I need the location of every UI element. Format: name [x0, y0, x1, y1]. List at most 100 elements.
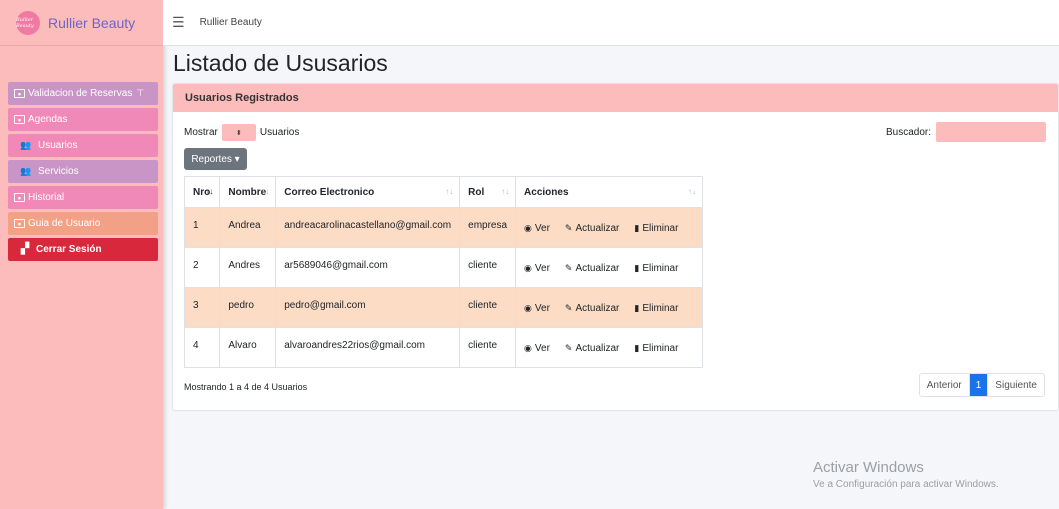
- sidebar-item-guia-usuario[interactable]: ▪ Guia de Usuario: [8, 212, 158, 235]
- view-button[interactable]: ◉ Ver: [524, 263, 550, 274]
- eye-icon: ◉: [524, 223, 532, 233]
- update-button[interactable]: ✎ Actualizar: [565, 303, 619, 314]
- reports-button[interactable]: Reportes ▾: [184, 148, 247, 170]
- calendar-icon: ▪: [14, 115, 25, 125]
- update-button[interactable]: ✎ Actualizar: [565, 263, 619, 274]
- delete-button[interactable]: ▮ Eliminar: [634, 303, 678, 314]
- door-icon: ▞: [20, 243, 30, 255]
- page-length-control: Mostrar ⬍ Usuarios: [184, 124, 299, 141]
- cell-rol: cliente: [459, 287, 517, 328]
- header-rol[interactable]: Rol ↑↓: [459, 176, 517, 208]
- sidebar: Rullier Beauty Rullier Beauty ▪ Validaci…: [0, 0, 163, 509]
- search-label: Buscador:: [885, 126, 931, 138]
- header-acciones[interactable]: Acciones ↑↓: [515, 176, 703, 208]
- cell-nombre: Andres: [219, 247, 277, 288]
- cell-acciones: ◉ Ver ✎ Actualizar ▮ Eliminar: [515, 207, 703, 248]
- users-icon: 👥: [20, 140, 32, 150]
- show-suffix: Usuarios: [259, 127, 300, 138]
- cell-nombre: Alvaro: [219, 327, 277, 368]
- card-header: Usuarios Registrados: [173, 84, 1058, 112]
- view-button[interactable]: ◉ Ver: [524, 343, 550, 354]
- trash-icon: ▮: [634, 223, 640, 233]
- pagination-next[interactable]: Siguiente: [987, 374, 1044, 396]
- delete-button[interactable]: ▮ Eliminar: [634, 263, 678, 274]
- cell-nombre: pedro: [219, 287, 277, 328]
- topbar-title: Rullier Beauty: [199, 17, 262, 28]
- brand-name: Rullier Beauty: [48, 14, 136, 31]
- delete-button[interactable]: ▮ Eliminar: [634, 223, 678, 234]
- update-button[interactable]: ✎ Actualizar: [565, 343, 619, 354]
- edit-icon: ✎: [564, 223, 573, 233]
- calendar-icon: ▪: [14, 193, 25, 203]
- windows-activation-watermark: Activar Windows Ve a Configuración para …: [813, 459, 999, 490]
- cell-correo: alvaroandres22rios@gmail.com: [275, 327, 461, 368]
- edit-icon: ✎: [564, 343, 573, 353]
- page-title: Listado de Ususarios: [173, 50, 388, 76]
- sort-icon: ↑↓: [501, 187, 510, 196]
- brand[interactable]: Rullier Beauty Rullier Beauty: [0, 0, 163, 46]
- cell-nro: 4: [183, 327, 221, 368]
- pagination-page-1[interactable]: 1: [968, 374, 988, 396]
- cell-nro: 1: [183, 207, 221, 248]
- eye-icon: ◉: [524, 343, 532, 353]
- update-button[interactable]: ✎ Actualizar: [565, 223, 619, 234]
- topbar: ☰ Rullier Beauty: [163, 0, 1059, 46]
- cell-acciones: ◉ Ver ✎ Actualizar ▮ Eliminar: [515, 327, 703, 368]
- watermark-subtitle: Ve a Configuración para activar Windows.: [813, 479, 999, 490]
- cell-nombre: Andrea: [219, 207, 277, 248]
- view-button[interactable]: ◉ Ver: [524, 223, 550, 234]
- sort-asc-icon: ↑↓: [205, 187, 214, 196]
- trash-icon: ▮: [634, 343, 640, 353]
- table-header-row: Nro ↑↓ Nombre ↑↓ Correo Electronico ↑↓ R…: [183, 176, 703, 208]
- sidebar-item-label: Cerrar Sesión: [36, 244, 102, 255]
- sidebar-item-agendas[interactable]: ▪ Agendas: [8, 108, 158, 131]
- table-info: Mostrando 1 a 4 de 4 Usuarios: [184, 382, 308, 392]
- sidebar-item-label: Validacion de Reservas: [28, 88, 133, 99]
- cell-acciones: ◉ Ver ✎ Actualizar ▮ Eliminar: [515, 287, 703, 328]
- sidebar-item-label: Servicios: [38, 166, 79, 177]
- table-row: 4 Alvaro alvaroandres22rios@gmail.com cl…: [183, 327, 703, 368]
- sidebar-item-historial[interactable]: ▪ Historial: [8, 186, 158, 209]
- table-row: 2 Andres ar5689046@gmail.com cliente ◉ Ve…: [183, 247, 703, 288]
- users-icon: 👥: [20, 166, 32, 176]
- sort-icon: ↑↓: [261, 187, 270, 196]
- header-nro[interactable]: Nro ↑↓: [183, 176, 221, 208]
- sort-icon: ↑↓: [445, 187, 454, 196]
- cell-rol: empresa: [459, 207, 517, 248]
- view-button[interactable]: ◉ Ver: [524, 303, 550, 314]
- sidebar-item-servicios[interactable]: 👥 Servicios: [8, 160, 158, 183]
- delete-button[interactable]: ▮ Eliminar: [634, 343, 678, 354]
- sidebar-item-label: Historial: [28, 192, 65, 203]
- cell-rol: cliente: [459, 247, 517, 288]
- cell-correo: pedro@gmail.com: [275, 287, 461, 328]
- select-arrows-icon: ⬍: [235, 129, 242, 137]
- sidebar-item-label: Guia de Usuario: [28, 218, 101, 229]
- sidebar-item-label: Usuarios: [38, 140, 78, 151]
- sidebar-item-validacion-reservas[interactable]: ▪ Validacion de Reservas ⊤: [8, 82, 158, 105]
- search-control: Buscador:: [886, 122, 1046, 142]
- watermark-title: Activar Windows: [813, 459, 924, 476]
- pagination-prev[interactable]: Anterior: [920, 374, 969, 396]
- table-row: 1 Andrea andreacarolinacastellano@gmail.…: [183, 207, 703, 248]
- sidebar-item-cerrar-sesion[interactable]: ▞ Cerrar Sesión: [8, 238, 158, 261]
- sidebar-item-usuarios[interactable]: 👥 Usuarios: [8, 134, 158, 157]
- header-nombre[interactable]: Nombre ↑↓: [219, 176, 277, 208]
- page-length-select[interactable]: ⬍: [221, 124, 256, 141]
- sidebar-nav: ▪ Validacion de Reservas ⊤ ▪ Agendas 👥 U…: [8, 82, 158, 264]
- edit-icon: ✎: [564, 303, 573, 313]
- cell-acciones: ◉ Ver ✎ Actualizar ▮ Eliminar: [515, 247, 703, 288]
- search-input[interactable]: [936, 122, 1046, 142]
- hamburger-icon[interactable]: ☰: [172, 14, 185, 31]
- trash-icon: ▮: [634, 303, 640, 313]
- table-row: 3 pedro pedro@gmail.com cliente ◉ Ver ✎ Ac…: [183, 287, 703, 328]
- brand-logo: Rullier Beauty: [16, 10, 40, 35]
- cell-correo: andreacarolinacastellano@gmail.com: [275, 207, 461, 248]
- sort-down-icon: ⊤: [136, 88, 145, 98]
- pagination: Anterior 1 Siguiente: [918, 373, 1045, 397]
- show-prefix: Mostrar: [184, 127, 218, 138]
- cell-nro: 3: [183, 287, 221, 328]
- users-table: Nro ↑↓ Nombre ↑↓ Correo Electronico ↑↓ R…: [183, 176, 703, 368]
- sort-icon: ↑↓: [688, 187, 696, 196]
- cell-correo: ar5689046@gmail.com: [275, 247, 461, 288]
- header-correo[interactable]: Correo Electronico ↑↓: [275, 176, 461, 208]
